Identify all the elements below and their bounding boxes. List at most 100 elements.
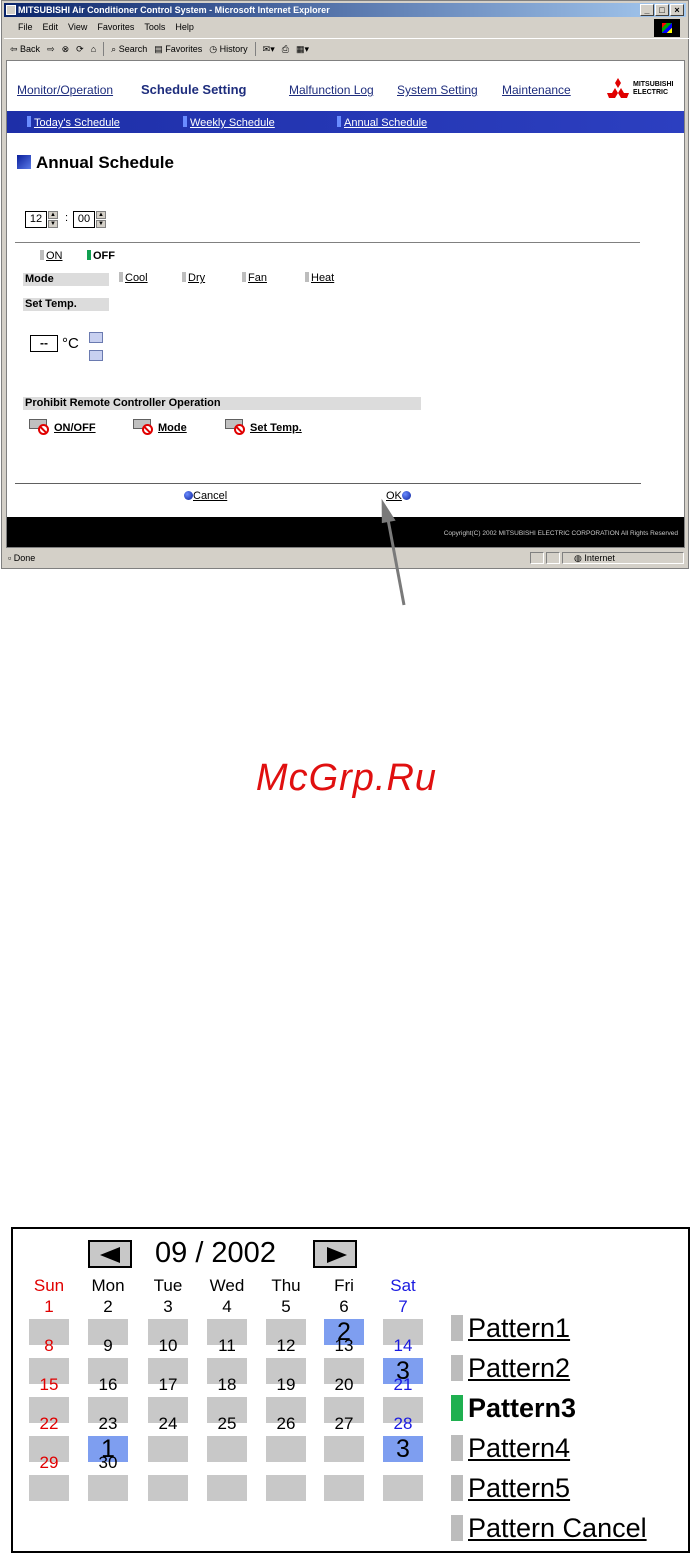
pattern-5-option[interactable]: Pattern5	[451, 1473, 570, 1504]
divider	[15, 483, 641, 484]
day-number: 6	[339, 1297, 349, 1316]
search-icon: ⌕	[111, 44, 117, 54]
prohibit-icon	[29, 419, 51, 435]
history-icon: ◷	[209, 44, 218, 54]
day-number: 21	[393, 1375, 413, 1394]
nav-maintenance[interactable]: Maintenance	[502, 83, 571, 97]
watermark-text: McGrp.Ru	[255, 757, 438, 799]
temp-up-icon[interactable]	[89, 332, 103, 343]
prev-month-button[interactable]	[88, 1240, 132, 1268]
temp-field: --	[30, 335, 58, 352]
minute-down-icon[interactable]: ▼	[96, 220, 106, 228]
on-option[interactable]: ON	[40, 250, 63, 262]
nav-malfunction-log[interactable]: Malfunction Log	[289, 83, 374, 97]
day-cell	[148, 1475, 188, 1501]
day-number: 16	[98, 1375, 118, 1394]
home-icon[interactable]: ⌂	[91, 39, 96, 59]
minute-field[interactable]: 00	[73, 211, 95, 228]
day-number: 18	[217, 1375, 237, 1394]
day-cell	[383, 1475, 423, 1501]
day-cell	[324, 1475, 364, 1501]
stop-icon[interactable]: ⊗	[62, 39, 70, 59]
callout-arrow	[381, 498, 406, 606]
nav-monitor-operation[interactable]: Monitor/Operation	[17, 83, 113, 97]
edit-icon[interactable]: ▦▾	[296, 39, 309, 59]
hour-stepper[interactable]: 12 ▲ ▼	[25, 211, 61, 228]
nav-system-setting[interactable]: System Setting	[397, 83, 478, 97]
favorites-button[interactable]: ▤ Favorites	[154, 39, 202, 59]
off-option[interactable]: OFF	[87, 250, 115, 262]
pattern-cancel-option[interactable]: Pattern Cancel	[451, 1513, 647, 1544]
minimize-button[interactable]: _	[640, 4, 654, 16]
day-number: 19	[276, 1375, 296, 1394]
app-icon	[6, 5, 16, 15]
favorites-icon: ▤	[154, 44, 163, 54]
dow-sun: Sun	[33, 1276, 65, 1295]
menu-view[interactable]: View	[68, 19, 87, 35]
dow-fri: Fri	[334, 1276, 354, 1295]
subnav-annual-schedule[interactable]: Annual Schedule	[337, 116, 427, 129]
page-viewport: Monitor/Operation Schedule Setting Malfu…	[6, 60, 685, 548]
prohibit-on-off-button[interactable]: ON/OFF	[29, 419, 96, 435]
menu-edit[interactable]: Edit	[43, 19, 59, 35]
day-cell[interactable]	[29, 1475, 69, 1501]
subnav-todays-schedule[interactable]: Today's Schedule	[27, 116, 120, 129]
hour-field[interactable]: 12	[25, 211, 47, 228]
minute-stepper[interactable]: 00 ▲ ▼	[73, 211, 109, 228]
mode-heat[interactable]: Heat	[305, 272, 334, 284]
prohibit-mode-button[interactable]: Mode	[133, 419, 187, 435]
dow-thu: Thu	[271, 1276, 301, 1295]
menu-file[interactable]: File	[18, 19, 33, 35]
maximize-button[interactable]: □	[655, 4, 669, 16]
day-cell[interactable]	[207, 1436, 247, 1462]
mode-fan[interactable]: Fan	[242, 272, 267, 284]
pattern-2-option[interactable]: Pattern2	[451, 1353, 570, 1384]
minute-up-icon[interactable]: ▲	[96, 211, 106, 219]
prohibit-set-temp-button[interactable]: Set Temp.	[225, 419, 302, 435]
next-month-button[interactable]	[313, 1240, 357, 1268]
day-number: 26	[276, 1414, 296, 1433]
history-button[interactable]: ◷ History	[209, 39, 247, 59]
page-title: Annual Schedule	[17, 153, 174, 173]
day-number: 15	[39, 1375, 59, 1394]
day-number: 22	[39, 1414, 59, 1433]
day-cell-assigned[interactable]: 3	[383, 1436, 423, 1463]
menu-help[interactable]: Help	[175, 19, 194, 35]
mail-icon[interactable]: ✉▾	[263, 39, 275, 59]
day-cell[interactable]	[324, 1436, 364, 1462]
dow-tue: Tue	[153, 1276, 183, 1295]
close-button[interactable]: ×	[670, 4, 684, 16]
forward-button[interactable]: ⇨	[47, 39, 55, 59]
refresh-icon[interactable]: ⟳	[76, 39, 84, 59]
pattern-3-option[interactable]: Pattern3	[451, 1393, 576, 1424]
day-cell[interactable]	[148, 1436, 188, 1462]
day-cell[interactable]	[88, 1475, 128, 1501]
hour-up-icon[interactable]: ▲	[48, 211, 58, 219]
title-square-icon	[17, 155, 31, 169]
back-button[interactable]: ⇦ Back	[10, 39, 40, 59]
time-colon: :	[65, 212, 69, 224]
day-number: 3	[163, 1297, 173, 1316]
cancel-button[interactable]: Cancel	[184, 490, 227, 502]
pattern-4-option[interactable]: Pattern4	[451, 1433, 570, 1464]
day-cell[interactable]	[266, 1436, 306, 1462]
temp-down-icon[interactable]	[89, 350, 103, 361]
day-number: 8	[44, 1336, 54, 1355]
day-number: 25	[217, 1414, 237, 1433]
pattern-1-option[interactable]: Pattern1	[451, 1313, 570, 1344]
subnav-weekly-schedule[interactable]: Weekly Schedule	[183, 116, 275, 129]
print-icon[interactable]: ⎙	[282, 39, 289, 59]
search-button[interactable]: ⌕ Search	[111, 39, 147, 59]
prohibit-icon	[225, 419, 247, 435]
day-number: 24	[158, 1414, 178, 1433]
menu-favorites[interactable]: Favorites	[97, 19, 134, 35]
dow-wed: Wed	[209, 1276, 245, 1295]
browser-window: MITSUBISHI Air Conditioner Control Syste…	[1, 0, 692, 569]
nav-schedule-setting[interactable]: Schedule Setting	[141, 82, 246, 97]
mode-cool[interactable]: Cool	[119, 272, 148, 284]
day-number: 12	[276, 1336, 296, 1355]
divider	[15, 242, 640, 243]
mode-dry[interactable]: Dry	[182, 272, 205, 284]
hour-down-icon[interactable]: ▼	[48, 220, 58, 228]
menu-tools[interactable]: Tools	[144, 19, 165, 35]
